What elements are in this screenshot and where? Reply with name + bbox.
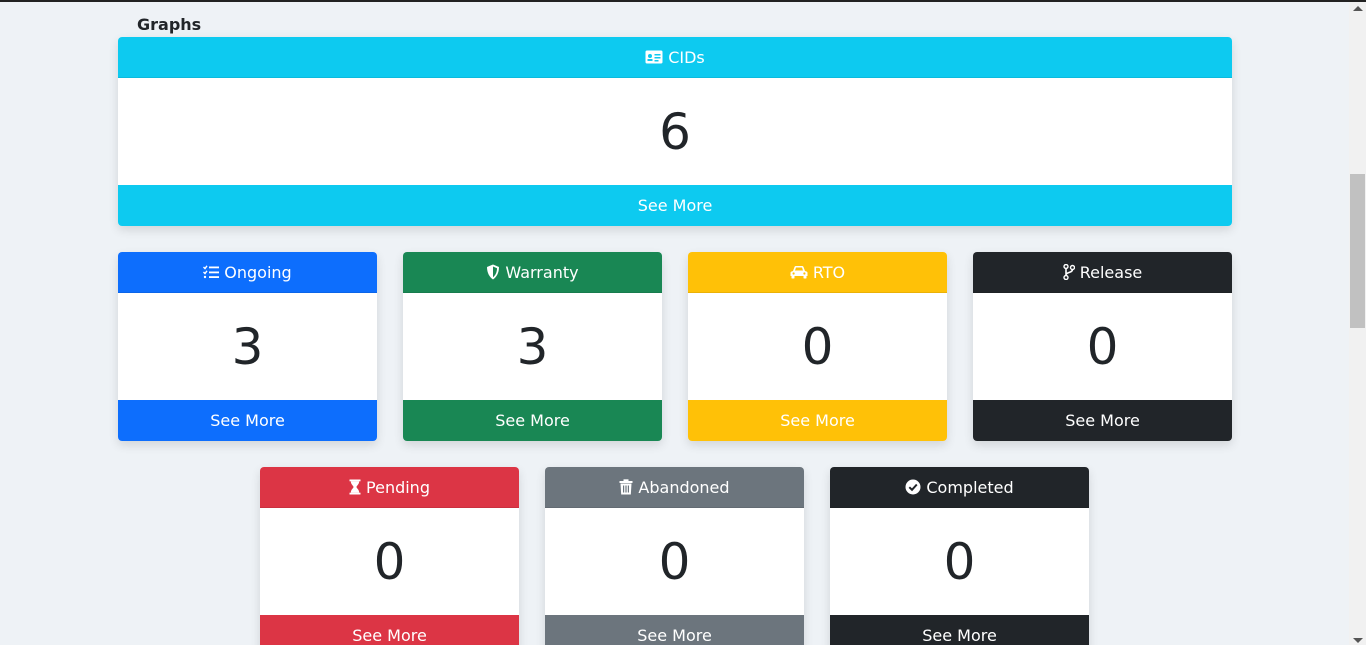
card-value: 3 [516, 317, 549, 376]
card-title: Ongoing [224, 262, 292, 282]
card-completed: Completed 0 See More [830, 467, 1089, 645]
scroll-down-icon[interactable] [1353, 638, 1363, 643]
see-more-button[interactable]: See More [688, 400, 947, 441]
car-icon [790, 265, 808, 279]
card-abandoned: Abandoned 0 See More [545, 467, 804, 645]
branch-icon [1063, 264, 1075, 280]
card-rto: RTO 0 See More [688, 252, 947, 441]
card-title: RTO [812, 262, 846, 282]
hourglass-icon [349, 479, 361, 495]
card-warranty: Warranty 3 See More [403, 252, 662, 441]
scrollbar-thumb[interactable] [1350, 174, 1365, 328]
card-header: Abandoned [545, 467, 804, 508]
section-title: Graphs [137, 15, 202, 34]
card-release: Release 0 See More [973, 252, 1232, 441]
card-title: Abandoned [638, 477, 730, 497]
card-header: RTO [688, 252, 947, 293]
card-header: CIDs [118, 37, 1232, 78]
card-value: 6 [659, 102, 691, 161]
card-value: 0 [373, 532, 406, 591]
trash-icon [619, 479, 633, 495]
card-title: Warranty [505, 262, 579, 282]
see-more-button[interactable]: See More [545, 615, 804, 645]
card-title: Release [1079, 262, 1143, 282]
see-more-button[interactable]: See More [830, 615, 1089, 645]
shield-icon [486, 264, 500, 280]
card-cids: CIDs 6 See More [118, 37, 1232, 226]
card-value: 0 [801, 317, 834, 376]
card-header: Completed [830, 467, 1089, 508]
see-more-button[interactable]: See More [973, 400, 1232, 441]
card-header: Pending [260, 467, 519, 508]
card-pending: Pending 0 See More [260, 467, 519, 645]
card-header: Ongoing [118, 252, 377, 293]
card-value: 0 [943, 532, 976, 591]
see-more-button[interactable]: See More [260, 615, 519, 645]
card-header: Release [973, 252, 1232, 293]
see-more-button[interactable]: See More [118, 400, 377, 441]
card-value: 0 [658, 532, 691, 591]
card-ongoing: Ongoing 3 See More [118, 252, 377, 441]
see-more-button[interactable]: See More [403, 400, 662, 441]
card-value: 3 [231, 317, 264, 376]
card-header: Warranty [403, 252, 662, 293]
list-check-icon [203, 265, 220, 279]
id-card-icon [645, 50, 663, 64]
card-title: CIDs [668, 47, 705, 67]
see-more-button[interactable]: See More [118, 185, 1232, 226]
check-circle-icon [905, 479, 921, 495]
vertical-scrollbar[interactable] [1349, 2, 1366, 645]
card-title: Completed [926, 477, 1014, 497]
card-value: 0 [1086, 317, 1119, 376]
card-title: Pending [366, 477, 430, 497]
scroll-up-icon[interactable] [1353, 6, 1363, 11]
